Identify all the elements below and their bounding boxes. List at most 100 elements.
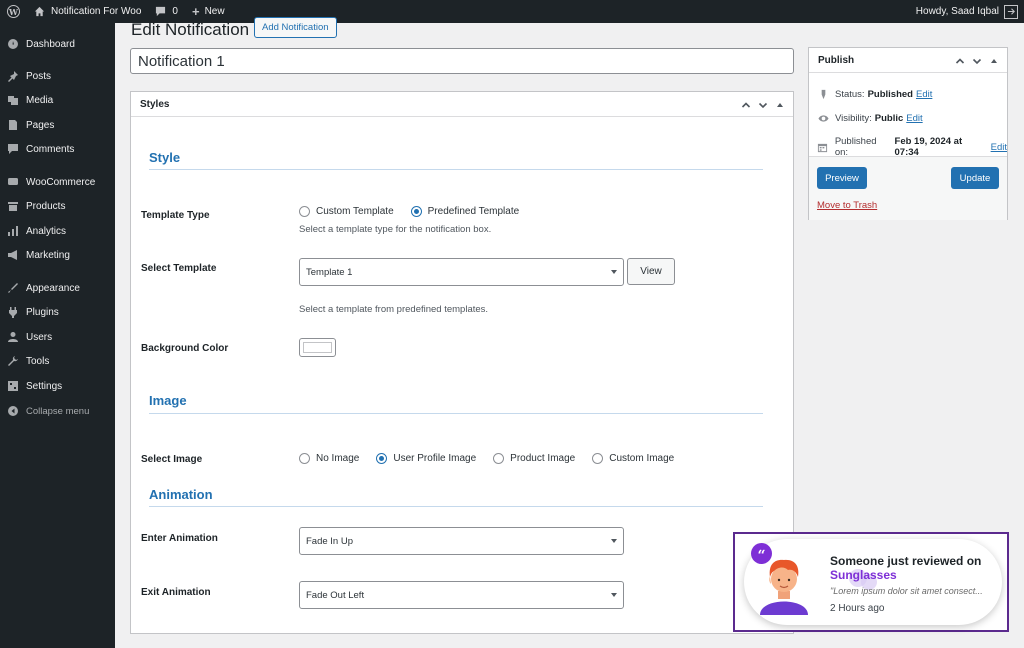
- publish-status-row: Status: Published Edit: [817, 88, 932, 100]
- sidebar-item-label: Settings: [26, 380, 63, 392]
- background-color-picker[interactable]: [299, 338, 336, 357]
- edit-date-link[interactable]: Edit: [991, 142, 1007, 153]
- pin-icon: [817, 88, 829, 100]
- radio-label: No Image: [316, 453, 360, 464]
- sidebar-item-label: Tools: [26, 355, 50, 367]
- publish-metabox-title: Publish: [818, 54, 855, 66]
- archive-icon: [6, 199, 20, 213]
- sidebar-item-products[interactable]: Products: [0, 196, 115, 216]
- sidebar-item-pages[interactable]: Pages: [0, 115, 115, 135]
- publish-actions: Preview Update Move to Trash: [809, 156, 1007, 220]
- sidebar-item-label: Products: [26, 200, 66, 212]
- sidebar-item-marketing[interactable]: Marketing: [0, 245, 115, 265]
- notification-time: 2 Hours ago: [830, 603, 885, 614]
- radio-button[interactable]: [493, 453, 505, 464]
- sidebar-item-label: Marketing: [26, 249, 70, 261]
- sidebar-item-analytics[interactable]: Analytics: [0, 221, 115, 241]
- enter-animation-dropdown[interactable]: Fade In Up: [299, 527, 624, 555]
- sidebar-item-woocommerce[interactable]: WooCommerce: [0, 172, 115, 192]
- animation-section-title: Animation: [149, 487, 213, 502]
- page-title: Edit Notification: [131, 20, 250, 39]
- sidebar-item-plugins[interactable]: Plugins: [0, 302, 115, 322]
- sidebar-item-media[interactable]: Media: [0, 90, 115, 110]
- move-down-icon[interactable]: [971, 55, 982, 66]
- image-section-divider: [149, 413, 763, 414]
- sidebar-item-appearance[interactable]: Appearance: [0, 278, 115, 298]
- publish-metabox-header: Publish: [809, 48, 1007, 73]
- radio-label: Custom Image: [609, 453, 675, 464]
- select-template-label: Select Template: [141, 263, 217, 274]
- chevron-down-icon: [611, 539, 617, 543]
- sidebar-item-dashboard[interactable]: Dashboard: [0, 34, 115, 54]
- woocommerce-icon: [6, 175, 20, 189]
- site-name-label: Notification For Woo: [51, 6, 142, 17]
- edit-visibility-link[interactable]: Edit: [906, 113, 922, 124]
- update-button[interactable]: Update: [951, 167, 999, 189]
- enter-animation-label: Enter Animation: [141, 533, 218, 544]
- radio-button[interactable]: [299, 206, 310, 217]
- publish-metabox: Publish Status: Published Edit Visibilit…: [808, 47, 1008, 220]
- sidebar-item-label: Posts: [26, 70, 52, 82]
- sidebar-item-label: Appearance: [26, 282, 80, 294]
- eye-icon: [817, 112, 829, 124]
- publish-visibility-row: Visibility: Public Edit: [817, 112, 923, 124]
- sidebar-item-tools[interactable]: Tools: [0, 351, 115, 371]
- sidebar-item-label: Pages: [26, 119, 55, 131]
- comments-count: 0: [172, 6, 178, 17]
- styles-metabox: Styles Style Template Type Custom Templa…: [130, 91, 794, 634]
- select-template-help: Select a template from predefined templa…: [299, 304, 489, 315]
- styles-metabox-header: Styles: [131, 92, 793, 117]
- admin-sidebar: Dashboard Posts Media Pages Comments Woo…: [0, 23, 115, 648]
- sidebar-item-label: WooCommerce: [26, 176, 96, 188]
- my-account-link[interactable]: Howdy, Saad Iqbal: [909, 0, 1024, 23]
- status-value: Published: [867, 88, 913, 100]
- select-image-label: Select Image: [141, 454, 203, 465]
- collapse-menu-button[interactable]: Collapse menu: [0, 401, 115, 421]
- published-value: Feb 19, 2024 at 07:34: [894, 136, 963, 158]
- sidebar-item-settings[interactable]: Settings: [0, 376, 115, 396]
- view-template-button[interactable]: View: [627, 258, 675, 285]
- sidebar-item-users[interactable]: Users: [0, 327, 115, 347]
- chevron-down-icon: [611, 270, 617, 274]
- notification-product: Sunglasses: [830, 568, 897, 582]
- collapse-icon: [6, 404, 20, 418]
- wordpress-logo-button[interactable]: W: [0, 0, 27, 23]
- edit-status-link[interactable]: Edit: [916, 89, 932, 100]
- move-up-icon[interactable]: [740, 99, 751, 110]
- radio-user-profile-image[interactable]: User Profile Image: [376, 453, 476, 464]
- radio-product-image[interactable]: Product Image: [493, 453, 575, 464]
- radio-button[interactable]: [299, 453, 310, 464]
- post-title-input[interactable]: Notification 1: [130, 48, 794, 74]
- exit-animation-value: Fade Out Left: [306, 589, 365, 601]
- background-color-label: Background Color: [141, 343, 229, 354]
- notification-preview-frame: “ Someone just reviewed on Sunglasses "L…: [733, 532, 1009, 632]
- toggle-panel-icon[interactable]: [988, 55, 999, 66]
- animation-section-divider: [149, 506, 763, 507]
- publish-date-row: Published on: Feb 19, 2024 at 07:34 Edit: [817, 136, 1007, 158]
- radio-no-image[interactable]: No Image: [299, 453, 359, 464]
- select-template-dropdown[interactable]: Template 1: [299, 258, 624, 286]
- sidebar-item-label: Plugins: [26, 306, 59, 318]
- sidebar-item-comments[interactable]: Comments: [0, 139, 115, 159]
- chevron-down-icon: [611, 593, 617, 597]
- wordpress-icon: W: [7, 5, 20, 18]
- toggle-panel-icon[interactable]: [774, 99, 785, 110]
- sidebar-item-posts[interactable]: Posts: [0, 66, 115, 86]
- notification-popup[interactable]: “ Someone just reviewed on Sunglasses "L…: [744, 539, 1002, 625]
- radio-button-checked[interactable]: [376, 453, 388, 464]
- template-type-label: Template Type: [141, 210, 210, 221]
- preview-button[interactable]: Preview: [817, 167, 867, 189]
- move-to-trash-link[interactable]: Move to Trash: [817, 200, 877, 211]
- sidebar-item-label: Comments: [26, 143, 75, 155]
- status-label: Status:: [835, 88, 865, 100]
- styles-metabox-title: Styles: [140, 98, 170, 110]
- radio-predefined-template[interactable]: Predefined Template: [410, 206, 519, 217]
- add-notification-button[interactable]: Add Notification: [254, 17, 337, 38]
- radio-custom-image[interactable]: Custom Image: [592, 453, 674, 464]
- move-down-icon[interactable]: [757, 99, 768, 110]
- exit-animation-dropdown[interactable]: Fade Out Left: [299, 581, 624, 609]
- move-up-icon[interactable]: [954, 55, 965, 66]
- radio-button[interactable]: [592, 453, 604, 464]
- radio-custom-template[interactable]: Custom Template: [299, 206, 394, 217]
- radio-button-checked[interactable]: [410, 206, 422, 217]
